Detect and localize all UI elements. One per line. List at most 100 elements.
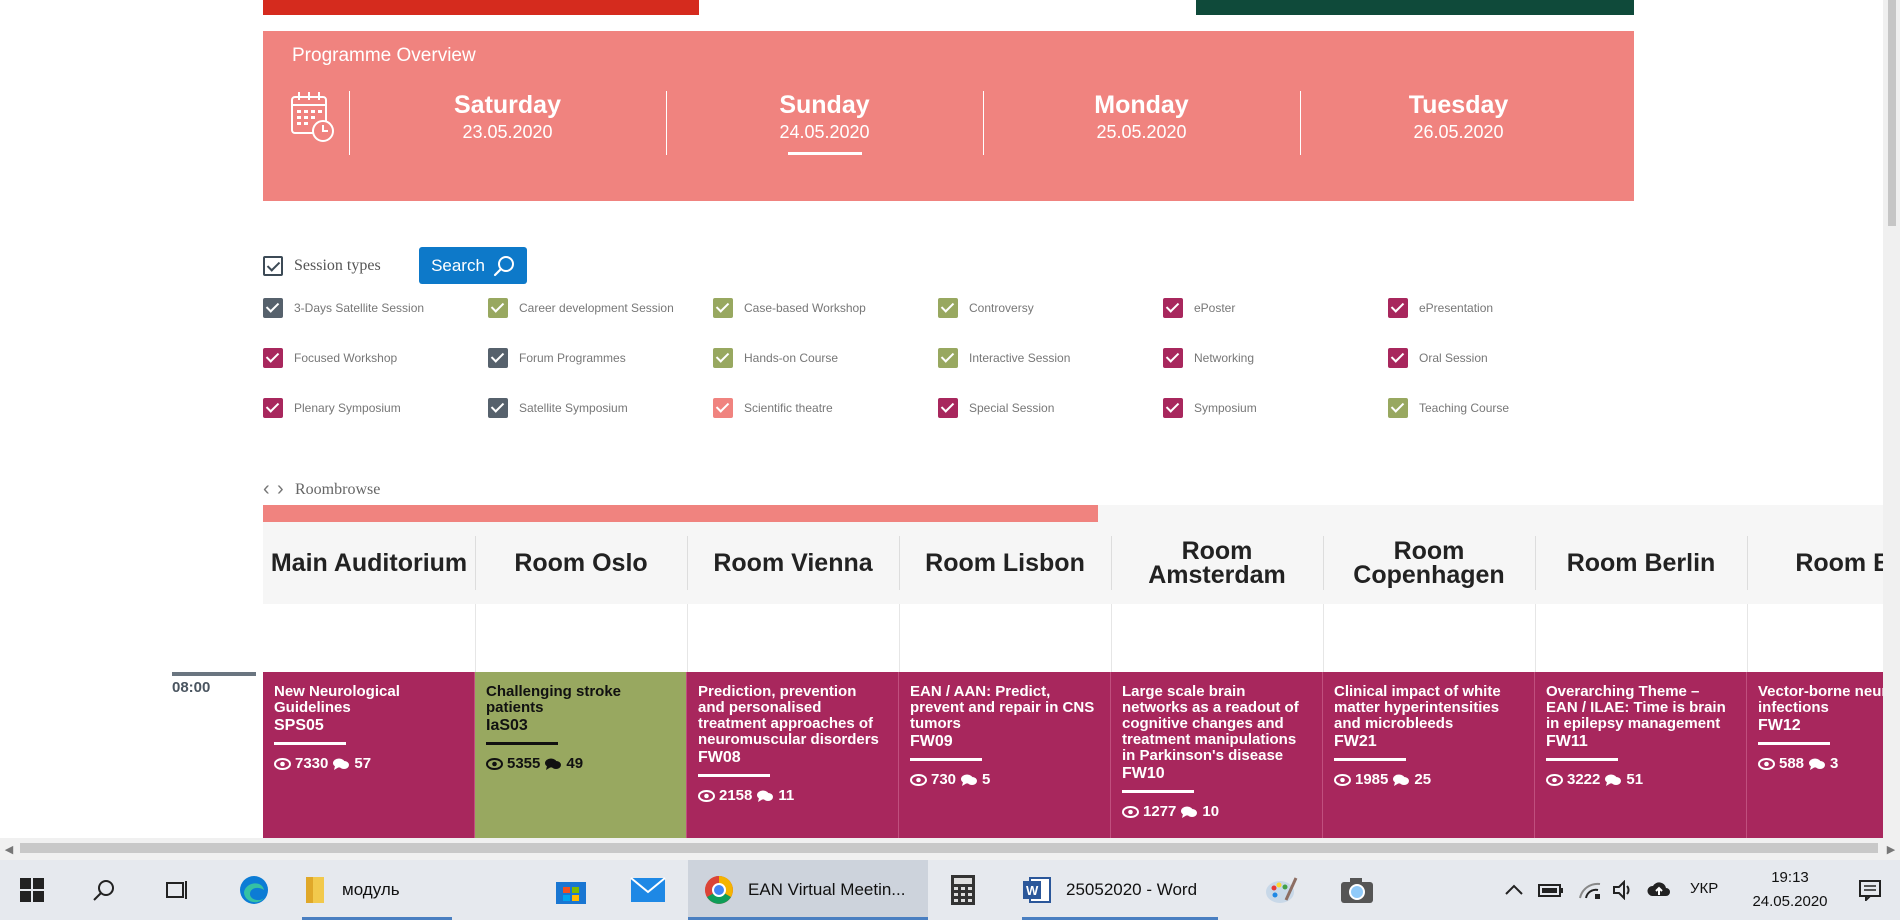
- views-count: 730: [931, 771, 957, 788]
- paint-icon[interactable]: [1264, 860, 1300, 920]
- session-type-checkbox[interactable]: [1163, 398, 1183, 418]
- taskbar-explorer[interactable]: модуль: [302, 860, 452, 920]
- day-tab-sunday[interactable]: Sunday 24.05.2020: [666, 91, 983, 155]
- session-type-filter[interactable]: Interactive Session: [938, 347, 1070, 369]
- session-card[interactable]: Prediction, prevention and personalised …: [687, 672, 899, 838]
- session-type-filter[interactable]: Symposium: [1163, 397, 1257, 419]
- store-icon[interactable]: [554, 860, 594, 920]
- session-type-filter[interactable]: Teaching Course: [1388, 397, 1509, 419]
- overview-title: Programme Overview: [292, 45, 476, 66]
- session-type-filter[interactable]: 3-Days Satellite Session: [263, 297, 424, 319]
- session-type-checkbox[interactable]: [713, 348, 733, 368]
- day-tab-tuesday[interactable]: Tuesday 26.05.2020: [1300, 91, 1617, 143]
- session-code: FW11: [1546, 733, 1588, 750]
- session-type-checkbox[interactable]: [938, 298, 958, 318]
- session-types-checkbox[interactable]: [263, 256, 283, 276]
- search-button[interactable]: Search: [419, 247, 527, 284]
- vertical-scroll-thumb[interactable]: [1888, 0, 1896, 226]
- session-card[interactable]: Large scale brain networks as a readout …: [1111, 672, 1323, 838]
- session-card[interactable]: EAN / AAN: Predict, prevent and repair i…: [899, 672, 1111, 838]
- session-type-checkbox[interactable]: [488, 398, 508, 418]
- session-code: FW10: [1122, 765, 1165, 782]
- session-card[interactable]: Overarching Theme – EAN / ILAE: Time is …: [1535, 672, 1747, 838]
- session-type-filter[interactable]: Satellite Symposium: [488, 397, 628, 419]
- room-header[interactable]: Room Vienna: [687, 522, 899, 604]
- session-type-filter[interactable]: Case-based Workshop: [713, 297, 866, 319]
- notifications-icon[interactable]: [1858, 860, 1882, 920]
- session-type-checkbox[interactable]: [938, 348, 958, 368]
- session-type-checkbox[interactable]: [1388, 398, 1408, 418]
- scroll-right-icon[interactable]: ▶: [1882, 838, 1900, 860]
- views-icon: [1122, 805, 1139, 818]
- session-type-filter[interactable]: ePoster: [1163, 297, 1235, 319]
- session-type-filter[interactable]: Career development Session: [488, 297, 674, 319]
- session-type-filter[interactable]: Plenary Symposium: [263, 397, 401, 419]
- search-icon[interactable]: [92, 860, 128, 920]
- day-tab-monday[interactable]: Monday 25.05.2020: [983, 91, 1300, 143]
- mail-icon[interactable]: [630, 860, 670, 920]
- session-card[interactable]: New Neurological Guidelines SPS05 7330 57: [263, 672, 475, 838]
- horizontal-scrollbar[interactable]: ◀ ▶: [0, 838, 1900, 860]
- windows-start-icon[interactable]: [20, 860, 56, 920]
- session-type-checkbox[interactable]: [1388, 298, 1408, 318]
- session-card[interactable]: Clinical impact of white matter hyperint…: [1323, 672, 1535, 838]
- volume-icon[interactable]: [1612, 860, 1636, 920]
- language-indicator[interactable]: УКР: [1690, 880, 1718, 897]
- session-type-filter[interactable]: ePresentation: [1388, 297, 1493, 319]
- show-hidden-icons[interactable]: [1504, 860, 1524, 920]
- session-type-checkbox[interactable]: [263, 298, 283, 318]
- room-header[interactable]: Room Amsterdam: [1111, 522, 1323, 604]
- battery-icon[interactable]: [1538, 860, 1564, 920]
- session-type-checkbox[interactable]: [938, 398, 958, 418]
- onedrive-icon[interactable]: [1646, 860, 1672, 920]
- session-card[interactable]: Challenging stroke patients IaS03 5355 49: [475, 672, 687, 838]
- session-type-label: Teaching Course: [1419, 401, 1510, 415]
- roombrowse-scroll-indicator[interactable]: [263, 505, 1098, 522]
- chevron-left-icon[interactable]: ‹: [263, 479, 277, 499]
- vertical-scrollbar[interactable]: [1883, 0, 1900, 838]
- top-banner-ad[interactable]: [263, 0, 699, 15]
- room-header[interactable]: Room Oslo: [475, 522, 687, 604]
- session-code: FW21: [1334, 733, 1377, 750]
- edge-icon[interactable]: [238, 860, 274, 920]
- camera-icon[interactable]: [1340, 860, 1376, 920]
- session-type-checkbox[interactable]: [713, 298, 733, 318]
- session-type-filter[interactable]: Special Session: [938, 397, 1054, 419]
- session-type-checkbox[interactable]: [263, 348, 283, 368]
- horizontal-scroll-thumb[interactable]: [20, 843, 1878, 853]
- calculator-icon[interactable]: [950, 860, 986, 920]
- session-type-filter[interactable]: Forum Programmes: [488, 347, 626, 369]
- room-header[interactable]: Room Berlin: [1535, 522, 1747, 604]
- room-header[interactable]: Room Budapest: [1747, 522, 1900, 604]
- session-card[interactable]: Vector-borne neuro infections FW12 588 3: [1747, 672, 1900, 838]
- task-view-icon[interactable]: [164, 860, 200, 920]
- session-type-filter[interactable]: Oral Session: [1388, 347, 1488, 369]
- session-type-filter[interactable]: Networking: [1163, 347, 1254, 369]
- views-icon: [1334, 773, 1351, 786]
- session-type-checkbox[interactable]: [263, 398, 283, 418]
- chevron-right-icon[interactable]: ›: [277, 479, 291, 499]
- session-type-checkbox[interactable]: [1163, 348, 1183, 368]
- session-types-toggle[interactable]: Session types: [263, 246, 381, 286]
- network-icon[interactable]: [1578, 860, 1602, 920]
- session-type-filter[interactable]: Controversy: [938, 297, 1034, 319]
- session-code: FW08: [698, 749, 741, 766]
- time-marker: [172, 672, 256, 676]
- session-type-filter[interactable]: Hands-on Course: [713, 347, 838, 369]
- session-type-checkbox[interactable]: [713, 398, 733, 418]
- taskbar-word[interactable]: W 25052020 - Word: [1022, 860, 1218, 920]
- session-type-filter[interactable]: Focused Workshop: [263, 347, 397, 369]
- day-tab-saturday[interactable]: Saturday 23.05.2020: [349, 91, 666, 143]
- session-type-filter[interactable]: Scientific theatre: [713, 397, 833, 419]
- room-header[interactable]: Room Copenhagen: [1323, 522, 1535, 604]
- taskbar-chrome[interactable]: EAN Virtual Meetin...: [688, 860, 928, 920]
- session-type-checkbox[interactable]: [1388, 348, 1408, 368]
- room-header[interactable]: Main Auditorium: [263, 522, 475, 604]
- system-clock[interactable]: 19:13 24.05.2020: [1748, 866, 1832, 914]
- session-type-checkbox[interactable]: [1163, 298, 1183, 318]
- session-type-checkbox[interactable]: [488, 348, 508, 368]
- session-type-checkbox[interactable]: [488, 298, 508, 318]
- room-header[interactable]: Room Lisbon: [899, 522, 1111, 604]
- scroll-left-icon[interactable]: ◀: [0, 838, 18, 860]
- top-banner-sponsor[interactable]: [1196, 0, 1634, 15]
